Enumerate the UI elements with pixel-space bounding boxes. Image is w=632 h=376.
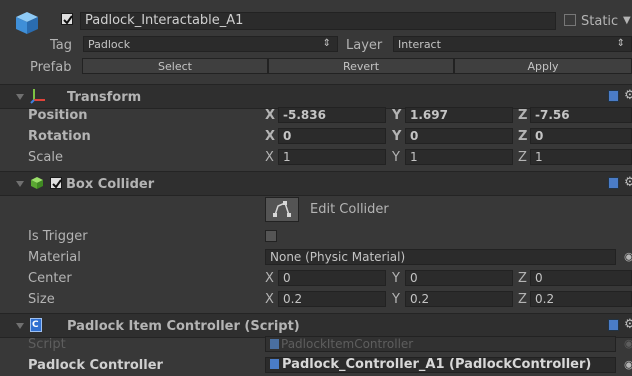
center-y-field[interactable]: 0 xyxy=(405,270,513,286)
size-label: Size xyxy=(28,292,55,307)
prefab-apply-label: Apply xyxy=(527,60,559,73)
script-value: PadlockItemController xyxy=(281,337,414,351)
script-component-title: Padlock Item Controller (Script) xyxy=(67,319,300,334)
script-field: PadlockItemController xyxy=(265,336,616,352)
rotation-z-field[interactable]: 0 xyxy=(530,128,632,144)
center-z-field[interactable]: 0 xyxy=(530,270,632,286)
edit-collider-button[interactable] xyxy=(265,197,299,222)
tag-value: Padlock xyxy=(88,38,131,51)
size-x-field[interactable]: 0.2 xyxy=(278,291,386,307)
position-z-field[interactable]: -7.56 xyxy=(530,107,632,123)
edit-collider-icon xyxy=(273,201,291,217)
rotation-y-label[interactable]: Y xyxy=(392,130,401,143)
transform-foldout-icon[interactable] xyxy=(16,94,24,100)
size-y-field[interactable]: 0.2 xyxy=(405,291,513,307)
tag-dropdown-arrow-icon: ⇕ xyxy=(322,38,331,49)
padlock-controller-asset-icon xyxy=(270,359,279,369)
rotation-y-field[interactable]: 0 xyxy=(405,128,513,144)
rotation-z-label[interactable]: Z xyxy=(518,130,527,143)
scale-x-label[interactable]: X xyxy=(265,151,274,164)
position-y-label[interactable]: Y xyxy=(392,109,401,122)
box-collider-help-icon[interactable] xyxy=(608,177,619,189)
prefab-revert-button[interactable]: Revert xyxy=(268,58,454,74)
is-trigger-label: Is Trigger xyxy=(28,229,88,244)
material-label: Material xyxy=(28,250,81,265)
size-z-field[interactable]: 0.2 xyxy=(530,291,632,307)
prefab-select-label: Select xyxy=(158,60,192,73)
rotation-x-field[interactable]: 0 xyxy=(278,128,386,144)
position-x-label[interactable]: X xyxy=(265,109,275,122)
transform-header[interactable]: Transform ⚙ xyxy=(0,84,632,109)
prefab-apply-button[interactable]: Apply xyxy=(454,58,632,74)
scale-z-field[interactable]: 1 xyxy=(530,149,632,165)
transform-settings-gear-icon[interactable]: ⚙ xyxy=(624,89,632,102)
position-y-field[interactable]: 1.697 xyxy=(405,107,513,123)
size-x-label[interactable]: X xyxy=(265,293,274,306)
size-z-label[interactable]: Z xyxy=(518,293,527,306)
layer-dropdown-arrow-icon: ⇕ xyxy=(616,38,625,49)
is-trigger-checkbox[interactable] xyxy=(265,230,277,242)
material-field[interactable]: None (Physic Material) xyxy=(265,249,616,265)
prefab-label: Prefab xyxy=(30,60,72,75)
tag-label: Tag xyxy=(50,38,73,53)
box-collider-foldout-icon[interactable] xyxy=(16,181,24,187)
scale-y-label[interactable]: Y xyxy=(392,151,400,164)
script-component-help-icon[interactable] xyxy=(608,319,619,331)
box-collider-cube-icon xyxy=(30,176,44,190)
scale-y-field[interactable]: 1 xyxy=(405,149,513,165)
material-picker-icon[interactable]: ◉ xyxy=(624,251,632,262)
box-collider-settings-gear-icon[interactable]: ⚙ xyxy=(624,176,632,189)
center-z-label[interactable]: Z xyxy=(518,272,527,285)
script-component-settings-gear-icon[interactable]: ⚙ xyxy=(624,318,632,331)
script-component-foldout-icon[interactable] xyxy=(16,323,24,329)
gameobject-cube-icon xyxy=(14,10,40,36)
scale-label: Scale xyxy=(28,150,63,165)
transform-title: Transform xyxy=(67,90,142,105)
padlock-controller-label: Padlock Controller xyxy=(28,358,163,373)
layer-label: Layer xyxy=(346,38,383,53)
script-component-header[interactable]: C Padlock Item Controller (Script) ⚙ xyxy=(0,313,632,338)
center-label: Center xyxy=(28,271,72,286)
scale-z-label[interactable]: Z xyxy=(518,151,527,164)
size-y-label[interactable]: Y xyxy=(392,293,400,306)
padlock-controller-field[interactable]: Padlock_Controller_A1 (PadlockController… xyxy=(265,357,616,373)
prefab-revert-label: Revert xyxy=(342,60,380,73)
script-label: Script xyxy=(28,337,66,352)
transform-axes-icon xyxy=(30,88,46,104)
layer-value: Interact xyxy=(398,38,441,51)
script-file-icon: C xyxy=(30,318,42,332)
script-asset-icon xyxy=(270,339,279,349)
static-dropdown-icon[interactable]: ▼ xyxy=(623,16,631,26)
rotation-x-label[interactable]: X xyxy=(265,130,275,143)
object-name-field[interactable]: Padlock_Interactable_A1 xyxy=(80,12,556,30)
static-checkbox[interactable] xyxy=(564,14,576,26)
layer-dropdown[interactable]: Interact ⇕ xyxy=(393,36,632,52)
center-x-field[interactable]: 0 xyxy=(278,270,386,286)
rotation-label: Rotation xyxy=(28,129,91,144)
edit-collider-label[interactable]: Edit Collider xyxy=(310,203,389,216)
position-z-label[interactable]: Z xyxy=(518,109,527,122)
static-label: Static xyxy=(581,14,619,29)
box-collider-header[interactable]: Box Collider ⚙ xyxy=(0,171,632,196)
padlock-controller-value: Padlock_Controller_A1 (PadlockController… xyxy=(282,357,592,372)
tag-dropdown[interactable]: Padlock ⇕ xyxy=(83,36,338,52)
center-x-label[interactable]: X xyxy=(265,272,274,285)
position-label: Position xyxy=(28,108,88,123)
script-picker-icon: ◉ xyxy=(624,337,632,350)
transform-help-icon[interactable] xyxy=(608,90,619,102)
prefab-select-button[interactable]: Select xyxy=(82,58,268,74)
active-checkbox[interactable] xyxy=(61,13,73,25)
center-y-label[interactable]: Y xyxy=(392,272,400,285)
position-x-field[interactable]: -5.836 xyxy=(278,107,386,123)
scale-x-field[interactable]: 1 xyxy=(278,149,386,165)
box-collider-title: Box Collider xyxy=(66,177,155,192)
padlock-controller-picker-icon[interactable]: ◉ xyxy=(624,359,632,370)
box-collider-enabled-checkbox[interactable] xyxy=(50,177,62,189)
